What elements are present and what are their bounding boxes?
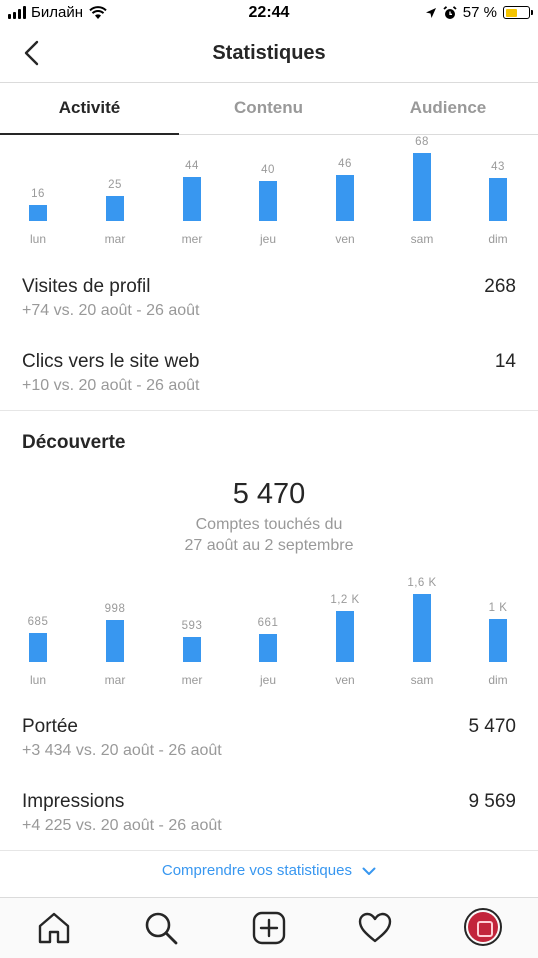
add-post-icon (252, 911, 286, 945)
home-icon (38, 912, 70, 944)
metric-title: Portée (22, 716, 78, 737)
metric-value: 9 569 (468, 791, 516, 812)
nav-home[interactable] (36, 910, 72, 946)
bar-value-label: 1,2 K (330, 594, 359, 606)
chevron-down-icon (362, 867, 376, 875)
reach-chart-svg: 685 lun 998 mar 593 mer 661 jeu 1,2 K ven 1,6 K sam… (28, 577, 508, 687)
day-label: mar (105, 232, 126, 246)
metric-website-clicks[interactable]: Clics vers le site web +10 vs. 20 août -… (22, 351, 516, 403)
bar-dim (489, 178, 507, 221)
day-label: mar (105, 673, 126, 687)
bar-value-label: 593 (182, 620, 203, 632)
metric-impressions[interactable]: Impressions +4 225 vs. 20 août - 26 août… (22, 791, 516, 843)
alarm-icon (443, 5, 457, 19)
bar-value-label: 25 (108, 179, 122, 191)
metric-title: Visites de profil (22, 276, 151, 297)
reach-bar-chart: 685 lun 998 mar 593 mer 661 jeu 1,2 K ven 1,6 K sam… (0, 565, 538, 690)
nav-activity[interactable] (357, 910, 393, 946)
interactions-bar-chart: 16 lun 25 mar 44 mer 40 jeu 46 ven 68 sam 43 dim (0, 135, 538, 250)
bar-value-label: 43 (491, 161, 505, 173)
metric-value: 268 (484, 276, 516, 297)
metric-comparison: +3 434 vs. 20 août - 26 août (22, 742, 222, 759)
bottom-nav (0, 897, 538, 958)
bar-sam (413, 594, 431, 662)
tab-content[interactable]: Contenu (179, 82, 358, 134)
interactions-chart-svg: 16 lun 25 mar 44 mer 40 jeu 46 ven 68 sam 43 dim (29, 136, 508, 246)
nav-new-post[interactable] (251, 910, 287, 946)
bar-dim (489, 619, 507, 662)
day-label: mer (182, 232, 203, 246)
metric-reach[interactable]: Portée +3 434 vs. 20 août - 26 août 5 47… (22, 716, 516, 768)
metric-title: Impressions (22, 791, 125, 812)
section-divider (0, 410, 538, 411)
day-label: lun (30, 673, 46, 687)
day-label: sam (411, 232, 434, 246)
bar-value-label: 44 (185, 160, 199, 172)
metric-comparison: +4 225 vs. 20 août - 26 août (22, 817, 222, 834)
status-right: 57 % (425, 4, 533, 21)
bar-value-label: 16 (31, 188, 45, 200)
metric-title: Clics vers le site web (22, 351, 200, 372)
bar-value-label: 68 (415, 136, 429, 148)
bar-sam (413, 153, 431, 221)
bar-mer (183, 637, 201, 662)
nav-profile-avatar[interactable] (464, 908, 502, 946)
understand-stats-label: Comprendre vos statistiques (161, 862, 352, 879)
bar-value-label: 40 (261, 164, 275, 176)
bar-ven (336, 611, 354, 662)
metric-profile-visits[interactable]: Visites de profil +74 vs. 20 août - 26 a… (22, 276, 516, 328)
location-arrow-icon (425, 7, 436, 18)
tab-audience[interactable]: Audience (358, 82, 538, 134)
header: Statistiques (0, 26, 538, 83)
page-title: Statistiques (212, 42, 326, 64)
day-label: ven (335, 232, 354, 246)
section-divider (0, 850, 538, 851)
day-label: dim (488, 673, 507, 687)
battery-percent: 57 % (462, 4, 497, 21)
bar-lun (29, 633, 47, 662)
reach-caption-line2: 27 août au 2 septembre (184, 537, 354, 554)
tab-bar: Activité Contenu Audience (0, 82, 538, 135)
nav-search[interactable] (143, 910, 179, 946)
day-label: lun (30, 232, 46, 246)
status-bar: Билайн 22:44 57 % (0, 0, 538, 26)
bar-mer (183, 177, 201, 221)
bar-mar (106, 196, 124, 221)
bar-value-label: 998 (105, 603, 126, 615)
bar-ven (336, 175, 354, 221)
bar-lun (29, 205, 47, 221)
bar-value-label: 661 (258, 617, 279, 629)
bar-value-label: 685 (28, 616, 49, 628)
reach-caption-line1: Comptes touchés du (195, 516, 343, 533)
battery-icon (503, 6, 533, 19)
day-label: sam (411, 673, 434, 687)
tab-activity[interactable]: Activité (0, 82, 179, 135)
metric-value: 5 470 (468, 716, 516, 737)
understand-stats-link[interactable]: Comprendre vos statistiques (0, 862, 538, 879)
reach-total: 5 470 (232, 478, 306, 510)
section-title-discovery: Découverte (22, 432, 126, 453)
bar-jeu (259, 181, 277, 221)
heart-icon (358, 912, 392, 943)
metric-value: 14 (494, 351, 516, 372)
bar-value-label: 1,6 K (407, 577, 436, 589)
bar-value-label: 1 K (489, 602, 508, 614)
day-label: jeu (259, 673, 276, 687)
bar-mar (106, 620, 124, 662)
bar-jeu (259, 634, 277, 662)
metric-comparison: +10 vs. 20 août - 26 août (22, 377, 200, 394)
day-label: jeu (259, 232, 276, 246)
day-label: mer (182, 673, 203, 687)
search-icon (145, 912, 178, 945)
bar-value-label: 46 (338, 158, 352, 170)
metric-comparison: +74 vs. 20 août - 26 août (22, 302, 200, 319)
profile-avatar (468, 912, 498, 942)
day-label: ven (335, 673, 354, 687)
day-label: dim (488, 232, 507, 246)
